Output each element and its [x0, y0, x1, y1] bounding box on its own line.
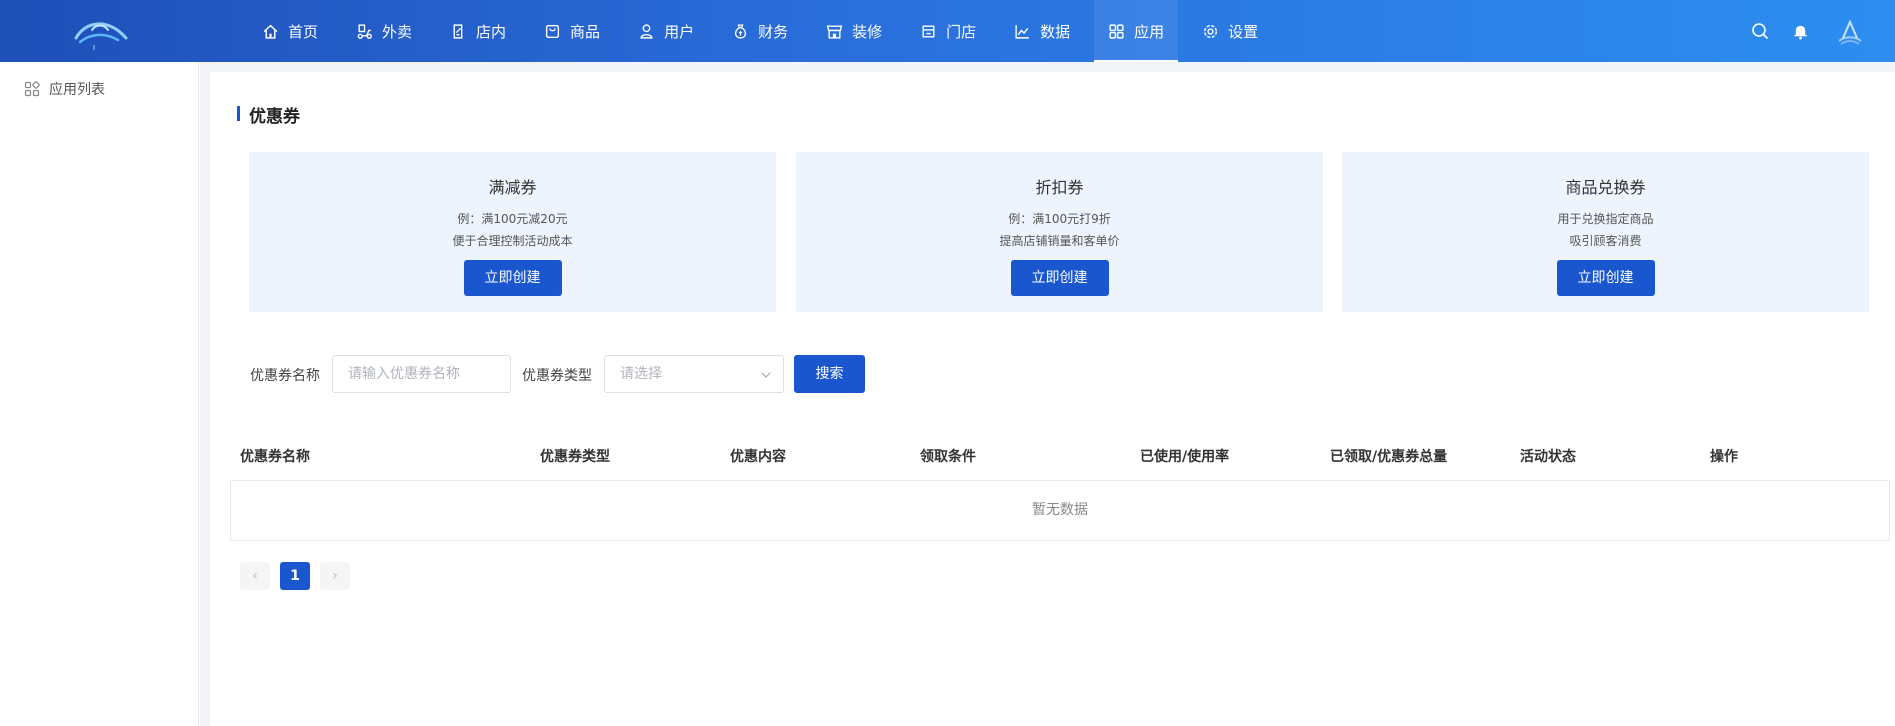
column-header: 活动状态 [1520, 449, 1576, 465]
next-page-button[interactable]: › [320, 562, 350, 590]
search-button[interactable]: 搜索 [794, 355, 865, 393]
column-header: 已使用/使用率 [1140, 449, 1230, 465]
coupon-card-full-reduction: 满减券 例：满100元减20元 便于合理控制活动成本 立即创建 [249, 152, 776, 312]
column-header: 已领取/优惠券总量 [1330, 449, 1448, 465]
column-header: 操作 [1710, 449, 1738, 465]
main-content: 优惠券 满减券 例：满100元减20元 便于合理控制活动成本 立即创建 折扣券 … [210, 62, 1895, 726]
select-placeholder: 请选择 [620, 366, 662, 382]
card-example: 例：满100元打9折 [1008, 212, 1111, 226]
card-description: 吸引顾客消费 [1569, 234, 1642, 248]
create-full-reduction-button[interactable]: 立即创建 [463, 260, 562, 296]
avatar[interactable] [1833, 14, 1867, 48]
nav-item-stores[interactable]: 门店 [906, 0, 990, 62]
coupon-card-exchange: 商品兑换券 用于兑换指定商品 吸引顾客消费 立即创建 [1342, 152, 1869, 312]
nav-item-takeout[interactable]: 外卖 [342, 0, 426, 62]
card-example: 例：满100元减20元 [457, 212, 568, 226]
card-description: 提高店铺销量和客单价 [999, 234, 1120, 248]
nav-item-users[interactable]: 用户 [624, 0, 708, 62]
nav-label: 门店 [946, 22, 977, 41]
user-icon [640, 23, 653, 39]
column-header: 优惠券类型 [540, 449, 610, 465]
chevron-down-icon [761, 372, 771, 378]
search-icon[interactable] [1749, 20, 1771, 42]
nav-label: 数据 [1040, 22, 1071, 41]
sidebar-item-label: 应用列表 [49, 82, 105, 98]
apps-grid-icon [1109, 23, 1124, 39]
card-title: 满减券 [488, 178, 537, 197]
nav-label: 应用 [1134, 22, 1165, 41]
logo-icon[interactable] [70, 12, 130, 52]
coupon-type-select[interactable]: 请选择 [604, 355, 784, 393]
apps-grid-icon [24, 81, 40, 97]
nav-label: 装修 [852, 22, 883, 41]
nav-item-decoration[interactable]: 装修 [812, 0, 896, 62]
coupon-card-discount: 折扣券 例：满100元打9折 提高店铺销量和客单价 立即创建 [796, 152, 1323, 312]
nav-item-data[interactable]: 数据 [1000, 0, 1084, 62]
nav-item-settings[interactable]: 设置 [1188, 0, 1272, 62]
main-nav: 首页 外卖 店内 商品 用户 财务 装修 门店 数据 应用 设置 [248, 0, 1282, 62]
page-title: 优惠券 [237, 102, 300, 127]
gear-icon [1204, 24, 1218, 38]
nav-label: 外卖 [382, 22, 413, 41]
coupon-type-label: 优惠券类型 [522, 368, 592, 384]
sidebar: 应用列表 [0, 62, 199, 726]
sidebar-item-app-list[interactable]: 应用列表 [24, 79, 105, 99]
column-header: 优惠内容 [730, 449, 786, 465]
table-empty-state: 暂无数据 [230, 480, 1890, 541]
nav-item-products[interactable]: 商品 [530, 0, 614, 62]
nav-label: 首页 [288, 22, 319, 41]
money-bag-icon [734, 23, 747, 39]
content-gutter [200, 62, 210, 726]
nav-item-apps[interactable]: 应用 [1094, 0, 1179, 62]
nav-label: 商品 [570, 22, 601, 41]
chart-line-icon [1015, 24, 1029, 39]
page-number-current[interactable]: 1 [280, 562, 310, 590]
card-title: 商品兑换券 [1565, 178, 1646, 197]
nav-label: 设置 [1228, 22, 1259, 41]
nav-label: 用户 [664, 22, 695, 41]
coupon-name-input[interactable]: 请输入优惠券名称 [332, 355, 511, 393]
shop-front-icon [826, 24, 843, 39]
card-description: 便于合理控制活动成本 [452, 234, 573, 248]
column-header: 领取条件 [920, 449, 976, 465]
top-navigation-bar: 首页 外卖 店内 商品 用户 财务 装修 门店 数据 应用 设置 [0, 0, 1895, 62]
header-actions [1749, 0, 1895, 62]
nav-item-dine-in[interactable]: 店内 [436, 0, 520, 62]
prev-page-button[interactable]: ‹ [240, 562, 270, 590]
home-icon [263, 24, 278, 39]
coupon-name-label: 优惠券名称 [250, 368, 320, 384]
card-example: 用于兑换指定商品 [1557, 212, 1654, 226]
column-header: 优惠券名称 [240, 449, 310, 465]
nav-item-finance[interactable]: 财务 [718, 0, 802, 62]
scooter-icon [357, 23, 372, 39]
edit-doc-icon [453, 23, 463, 39]
bag-icon [546, 24, 560, 38]
nav-item-home[interactable]: 首页 [248, 0, 332, 62]
nav-label: 财务 [758, 22, 789, 41]
bell-icon[interactable] [1789, 20, 1811, 42]
nav-label: 店内 [476, 22, 507, 41]
create-discount-button[interactable]: 立即创建 [1010, 260, 1109, 296]
card-title: 折扣券 [1035, 178, 1084, 197]
store-icon [922, 24, 935, 38]
create-exchange-button[interactable]: 立即创建 [1556, 260, 1655, 296]
